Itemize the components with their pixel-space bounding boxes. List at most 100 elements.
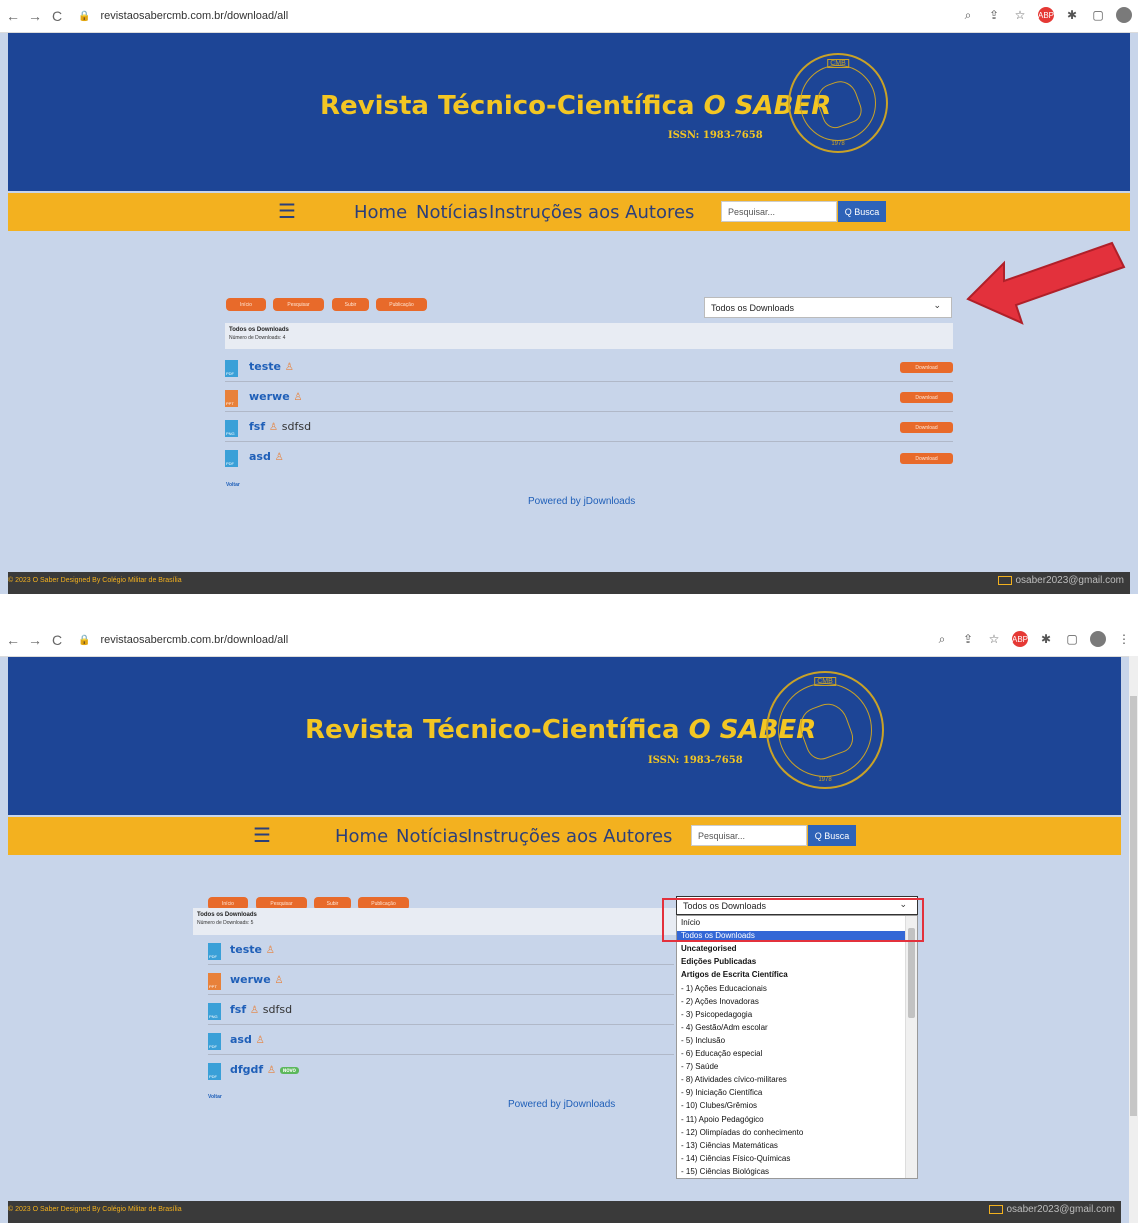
download-button[interactable]: Download	[900, 453, 953, 464]
author-icon: ♙	[284, 362, 294, 373]
main-navbar: ☰ Home Notícias Instruções aos Autores P…	[8, 817, 1121, 855]
back-icon[interactable]: ←	[4, 8, 22, 24]
dropdown-option[interactable]: - 6) Educação especial	[681, 1049, 762, 1058]
author-icon: ♙	[265, 945, 275, 956]
address-bar[interactable]: revistaosabercmb.com.br/download/all	[100, 634, 288, 646]
file-title[interactable]: werwe ♙	[249, 390, 302, 403]
ppt-file-icon: PPT	[225, 390, 238, 407]
toolbar-inicio-button[interactable]: Início	[226, 298, 266, 311]
file-title[interactable]: fsf ♙ sdfsd	[230, 1003, 292, 1016]
share-icon[interactable]: ⇪	[986, 7, 1002, 23]
author-icon: ♙	[293, 392, 303, 403]
toolbar-pesquisar-button[interactable]: Pesquisar	[273, 298, 324, 311]
dropdown-option[interactable]: - 3) Psicopedagogia	[681, 1010, 752, 1019]
adblock-extension-icon[interactable]: ABP	[1038, 7, 1054, 23]
sidepanel-icon[interactable]: ▢	[1064, 631, 1080, 647]
list-item: PDF asd ♙ Download	[225, 443, 953, 471]
dropdown-option[interactable]: - 15) Ciências Biológicas	[681, 1167, 769, 1176]
more-menu-icon[interactable]: ⋮	[1116, 631, 1132, 647]
nav-home[interactable]: Home	[335, 826, 388, 847]
dropdown-option[interactable]: Edições Publicadas	[681, 957, 756, 966]
nav-instrucoes[interactable]: Instruções aos Autores	[489, 202, 694, 223]
footer-email[interactable]: osaber2023@gmail.com	[998, 575, 1124, 586]
author-icon: ♙	[255, 1035, 265, 1046]
forward-icon[interactable]: →	[26, 8, 44, 24]
search-input[interactable]: Pesquisar...	[721, 201, 837, 222]
reload-icon[interactable]: C	[48, 8, 66, 24]
dropdown-option[interactable]: - 7) Saúde	[681, 1062, 718, 1071]
profile-avatar-icon[interactable]	[1090, 631, 1106, 647]
pdf-file-icon: PDF	[208, 943, 221, 960]
nav-noticias[interactable]: Notícias	[416, 202, 488, 223]
search-button[interactable]: Q Busca	[808, 825, 856, 846]
pdf-file-icon: PDF	[225, 360, 238, 377]
file-title[interactable]: asd ♙	[230, 1033, 265, 1046]
nav-home[interactable]: Home	[354, 202, 407, 223]
reload-icon[interactable]: C	[48, 632, 66, 648]
extensions-puzzle-icon[interactable]: ✱	[1064, 7, 1080, 23]
adblock-extension-icon[interactable]: ABP	[1012, 631, 1028, 647]
zoom-icon[interactable]: ⌕	[934, 631, 950, 647]
chevron-down-icon: ⌄	[933, 300, 941, 310]
search-input[interactable]: Pesquisar...	[691, 825, 807, 846]
dropdown-option[interactable]: - 1) Ações Educacionais	[681, 984, 767, 993]
dropdown-scrollbar[interactable]	[905, 916, 917, 1178]
back-icon[interactable]: ←	[4, 632, 22, 648]
downloads-list-header: Todos os Downloads Número de Downloads: …	[225, 323, 953, 349]
dropdown-option[interactable]: - 11) Apoio Pedagógico	[681, 1115, 764, 1124]
dropdown-option[interactable]: - 13) Ciências Matemáticas	[681, 1141, 778, 1150]
nav-instrucoes[interactable]: Instruções aos Autores	[467, 826, 672, 847]
search-button[interactable]: Q Busca	[838, 201, 886, 222]
browser-toolbar: ← → C 🔒 revistaosabercmb.com.br/download…	[0, 0, 1138, 33]
file-title[interactable]: dfgdf ♙ NOVO	[230, 1063, 299, 1076]
mail-icon	[989, 1205, 1004, 1214]
category-select[interactable]: Todos os Downloads ⌄	[704, 297, 952, 318]
download-button[interactable]: Download	[900, 392, 953, 403]
powered-by-link[interactable]: Powered by jDownloads	[508, 1099, 615, 1110]
mail-icon	[998, 576, 1013, 585]
file-title[interactable]: werwe ♙	[230, 973, 283, 986]
file-title[interactable]: teste ♙	[230, 943, 275, 956]
forward-icon[interactable]: →	[26, 632, 44, 648]
profile-avatar-icon[interactable]	[1116, 7, 1132, 23]
download-button[interactable]: Download	[900, 422, 953, 433]
lock-icon: 🔒	[78, 634, 91, 646]
toolbar-subir-button[interactable]: Subir	[332, 298, 369, 311]
address-bar[interactable]: revistaosabercmb.com.br/download/all	[100, 10, 288, 22]
file-title[interactable]: asd ♙	[249, 450, 284, 463]
download-button[interactable]: Download	[900, 362, 953, 373]
list-item: PDF teste ♙	[208, 936, 674, 965]
hamburger-icon[interactable]: ☰	[278, 199, 296, 224]
extensions-puzzle-icon[interactable]: ✱	[1038, 631, 1054, 647]
emblem-logo-icon: CMB 1978	[788, 53, 888, 153]
dropdown-option[interactable]: - 9) Iniciação Científica	[681, 1088, 762, 1097]
file-title[interactable]: teste ♙	[249, 360, 294, 373]
zoom-icon[interactable]: ⌕	[960, 7, 976, 23]
dropdown-option[interactable]: - 2) Ações Inovadoras	[681, 997, 759, 1006]
sidepanel-icon[interactable]: ▢	[1090, 7, 1106, 23]
dropdown-option[interactable]: - 5) Inclusão	[681, 1036, 725, 1045]
voltar-link[interactable]: Voltar	[208, 1094, 222, 1100]
png-file-icon: PNG	[225, 420, 238, 437]
nav-noticias[interactable]: Notícias	[396, 826, 468, 847]
toolbar-publicacao-button[interactable]: Publicação	[376, 298, 427, 311]
dropdown-option[interactable]: Artigos de Escrita Científica	[681, 970, 788, 979]
dropdown-option[interactable]: - 8) Atividades cívico-militares	[681, 1075, 787, 1084]
dropdown-option[interactable]: Uncategorised	[681, 944, 737, 953]
dropdown-option[interactable]: - 14) Ciências Físico-Químicas	[681, 1154, 790, 1163]
share-icon[interactable]: ⇪	[960, 631, 976, 647]
dropdown-option[interactable]: - 12) Olimpíadas do conhecimento	[681, 1128, 803, 1137]
voltar-link[interactable]: Voltar	[226, 482, 240, 488]
file-title[interactable]: fsf ♙ sdfsd	[249, 420, 311, 433]
bookmark-star-icon[interactable]: ☆	[1012, 7, 1028, 23]
bookmark-star-icon[interactable]: ☆	[986, 631, 1002, 647]
screenshot-1: ← → C 🔒 revistaosabercmb.com.br/download…	[0, 0, 1138, 594]
powered-by-link[interactable]: Powered by jDownloads	[528, 496, 635, 507]
hamburger-icon[interactable]: ☰	[253, 823, 271, 848]
footer-email[interactable]: osaber2023@gmail.com	[989, 1204, 1115, 1215]
dropdown-option[interactable]: - 4) Gestão/Adm escolar	[681, 1023, 768, 1032]
dropdown-option[interactable]: - 10) Clubes/Grêmios	[681, 1101, 757, 1110]
screenshot-2: ← → C 🔒 revistaosabercmb.com.br/download…	[0, 624, 1138, 1223]
page-scrollbar[interactable]	[1129, 656, 1138, 1223]
author-icon: ♙	[274, 975, 284, 986]
